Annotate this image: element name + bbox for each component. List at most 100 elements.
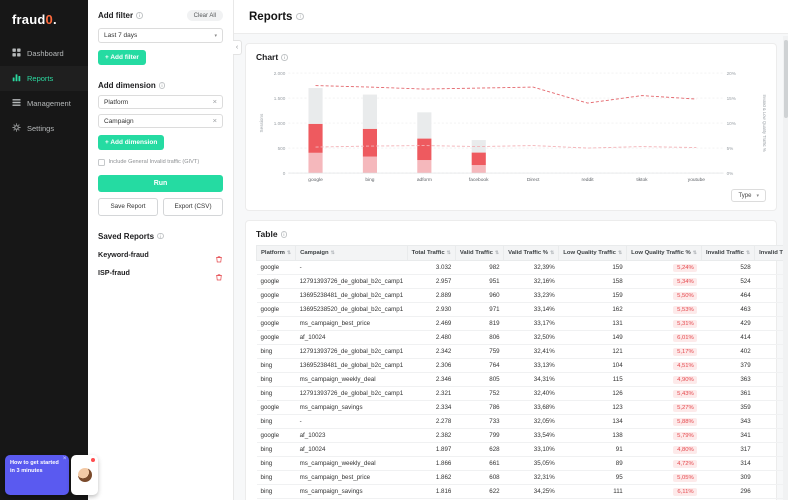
close-icon[interactable]: ×: [63, 455, 67, 463]
gear-icon: [12, 123, 21, 134]
bar-segment[interactable]: [471, 152, 486, 166]
clear-all-button[interactable]: Clear All: [186, 10, 223, 21]
column-header-invalid_traffic[interactable]: Invalid Traffic ⇅: [700, 245, 756, 262]
column-header-campaign[interactable]: Campaign ⇅: [295, 245, 408, 262]
sort-icon[interactable]: ⇅: [618, 250, 622, 256]
bar-segment[interactable]: [417, 112, 432, 139]
cell-low_quality_traffic_pct: 5,34%: [626, 274, 702, 290]
remove-icon[interactable]: ×: [213, 98, 217, 106]
save-report-button[interactable]: Save Report: [98, 197, 158, 216]
cell-invalid_traffic: 379: [701, 358, 755, 374]
remove-icon[interactable]: ×: [213, 117, 217, 125]
saved-report-isp-fraud[interactable]: ISP-fraud: [98, 268, 223, 281]
cell-campaign: ms_campaign_weekly_deal: [295, 456, 408, 472]
bar-segment[interactable]: [417, 138, 432, 161]
cell-valid_traffic: 806: [455, 330, 504, 346]
sort-icon[interactable]: ⇅: [550, 250, 554, 256]
cell-invalid_traffic: 414: [701, 330, 755, 346]
bar-segment[interactable]: [362, 94, 378, 129]
percent-badge: 5,50%: [673, 291, 698, 300]
collapse-panel-handle[interactable]: ‹: [233, 40, 242, 55]
date-range-select[interactable]: Last 7 days ▾: [98, 28, 223, 43]
add-filter-button[interactable]: + Add filter: [98, 50, 146, 65]
cell-low_quality_traffic_pct: 6,11%: [626, 484, 702, 500]
column-header-valid_traffic[interactable]: Valid Traffic ⇅: [454, 245, 505, 262]
sort-icon[interactable]: ⇅: [746, 250, 750, 256]
chat-video-card[interactable]: [71, 455, 98, 495]
bar-segment[interactable]: [308, 123, 323, 153]
trash-icon[interactable]: [215, 268, 223, 281]
dimension-label: Campaign: [104, 117, 134, 125]
cell-platform: google: [256, 400, 296, 416]
table-row: google-3.03298232,39%1595,24%52817,41%: [256, 260, 788, 276]
percent-badge: 4,51%: [673, 361, 698, 370]
sidebar: fraud0. Dashboard Reports Management Set…: [0, 0, 88, 500]
cell-low_quality_traffic: 158: [558, 274, 627, 290]
givt-checkbox[interactable]: [98, 159, 105, 166]
cell-low_quality_traffic: 138: [558, 428, 627, 444]
list-icon: [12, 98, 21, 109]
sidebar-item-label: Dashboard: [27, 49, 64, 58]
table-row: googleaf_100232.38279933,54%1385,79%3411…: [256, 428, 788, 444]
sort-icon[interactable]: ⇅: [287, 250, 291, 256]
run-button[interactable]: Run: [98, 174, 223, 192]
column-header-valid_traffic_pct[interactable]: Valid Traffic % ⇅: [503, 245, 560, 262]
percent-badge: 5,31%: [673, 319, 698, 328]
bar-segment[interactable]: [308, 152, 323, 174]
add-dimension-button[interactable]: + Add dimension: [98, 135, 165, 150]
sidebar-item-reports[interactable]: Reports: [0, 66, 88, 91]
bar-segment[interactable]: [471, 165, 486, 174]
saved-report-name: Keyword-fraud: [98, 249, 149, 259]
cell-low_quality_traffic: 91: [558, 442, 627, 458]
saved-report-keyword-fraud[interactable]: Keyword-fraud: [98, 249, 223, 263]
column-header-total_traffic[interactable]: Total Traffic ⇅: [406, 245, 456, 262]
add-filter-title: Add filter i: [98, 11, 143, 20]
svg-text:5%: 5%: [727, 146, 734, 151]
cell-campaign: ms_campaign_best_price: [295, 470, 408, 486]
saved-reports-title: Saved Reports i: [98, 232, 164, 241]
bar-segment[interactable]: [362, 156, 378, 174]
page-scrollbar-thumb[interactable]: [783, 40, 788, 118]
page-scrollbar-track[interactable]: [783, 36, 788, 500]
column-header-platform[interactable]: Platform ⇅: [255, 245, 297, 262]
chat-widget[interactable]: × How to get started in 3 minutes: [5, 455, 98, 495]
cell-platform: google: [256, 274, 296, 290]
chart-type-label: Type: [738, 192, 752, 199]
cell-platform: google: [256, 428, 296, 444]
bar-segment[interactable]: [362, 128, 378, 157]
sidebar-item-management[interactable]: Management: [0, 91, 88, 116]
svg-text:reddit: reddit: [582, 177, 595, 183]
sort-icon[interactable]: ⇅: [495, 250, 499, 256]
chart-type-select[interactable]: Type ▾: [731, 189, 766, 203]
sort-icon[interactable]: ⇅: [693, 250, 697, 256]
cell-campaign: 12791393726_de_global_b2c_camp1: [295, 344, 408, 360]
percent-badge: 5,53%: [673, 305, 698, 314]
dimension-chip-campaign[interactable]: Campaign ×: [98, 114, 223, 128]
cell-total_traffic: 2.346: [407, 372, 456, 388]
cell-campaign: 12791393726_de_global_b2c_camp1: [295, 386, 408, 402]
table-row: bing ms_campaign_best_price 1.862 608 32,31%…: [256, 470, 788, 486]
cell-campaign: ms_campaign_savings: [295, 400, 408, 416]
sort-icon[interactable]: ⇅: [331, 250, 335, 256]
trash-icon[interactable]: [215, 250, 223, 263]
cell-valid_traffic_pct: 32,41%: [503, 344, 559, 360]
dimension-chip-platform[interactable]: Platform ×: [98, 95, 223, 109]
sidebar-item-dashboard[interactable]: Dashboard: [0, 41, 88, 66]
chart-card: Chart i 0 500 1.000 1.500 2.000 0% 5% 10% 15% 20% g…: [245, 43, 777, 212]
cell-low_quality_traffic: 104: [558, 358, 627, 374]
export-csv-button[interactable]: Export (CSV): [163, 197, 223, 216]
cell-campaign: af_10024: [295, 442, 408, 458]
column-header-low_quality_traffic[interactable]: Low Quality Traffic ⇅: [558, 245, 628, 262]
chat-message-bubble[interactable]: × How to get started in 3 minutes: [5, 455, 69, 495]
info-icon: i: [157, 232, 164, 240]
cell-total_traffic: 2.334: [407, 400, 456, 416]
percent-badge: 5,24%: [673, 263, 698, 272]
cell-valid_traffic_pct: 33,54%: [503, 428, 559, 444]
bar-segment[interactable]: [417, 160, 432, 174]
bar-segment[interactable]: [308, 88, 323, 124]
cell-low_quality_traffic: 111: [558, 484, 627, 500]
sidebar-item-settings[interactable]: Settings: [0, 116, 88, 141]
sort-icon[interactable]: ⇅: [447, 250, 451, 256]
cell-total_traffic: 2.930: [407, 302, 456, 318]
column-header-low_quality_traffic_pct[interactable]: Low Quality Traffic % ⇅: [626, 245, 702, 262]
